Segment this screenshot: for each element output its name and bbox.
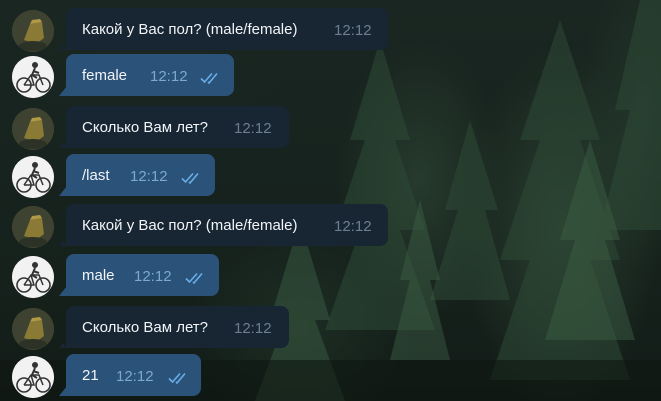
outgoing-message-bubble[interactable]: male 12:12 bbox=[66, 254, 219, 296]
message-time: 12:12 bbox=[130, 168, 168, 185]
user-avatar[interactable] bbox=[12, 56, 54, 98]
cyclist-avatar-icon bbox=[12, 156, 54, 198]
user-avatar[interactable] bbox=[12, 356, 54, 398]
incoming-message-bubble[interactable]: Какой у Вас пол? (male/female) 12:12 bbox=[66, 8, 388, 50]
outgoing-message-bubble[interactable]: female 12:12 bbox=[66, 54, 234, 96]
message-time: 12:12 bbox=[234, 120, 272, 137]
message-row: Сколько Вам лет? 12:12 bbox=[0, 306, 661, 350]
message-time: 12:12 bbox=[234, 320, 272, 337]
message-time: 12:12 bbox=[134, 268, 172, 285]
message-row: 21 12:12 bbox=[0, 354, 661, 398]
message-time: 12:12 bbox=[116, 368, 154, 385]
bot-avatar-icon bbox=[12, 206, 54, 248]
message-time: 12:12 bbox=[150, 68, 188, 85]
chat-area: Какой у Вас пол? (male/female) 12:12 fem… bbox=[0, 0, 661, 401]
cyclist-avatar-icon bbox=[12, 356, 54, 398]
incoming-message-bubble[interactable]: Какой у Вас пол? (male/female) 12:12 bbox=[66, 204, 388, 246]
message-row: male 12:12 bbox=[0, 254, 661, 298]
message-time: 12:12 bbox=[334, 22, 372, 39]
message-text: female bbox=[82, 66, 128, 84]
outgoing-message-bubble[interactable]: /last 12:12 bbox=[66, 154, 215, 196]
double-check-icon bbox=[168, 372, 186, 384]
bot-avatar-icon bbox=[12, 308, 54, 350]
bot-avatar[interactable] bbox=[12, 10, 54, 52]
bot-avatar-icon bbox=[12, 108, 54, 150]
message-row: /last 12:12 bbox=[0, 154, 661, 198]
message-row: Какой у Вас пол? (male/female) 12:12 bbox=[0, 204, 661, 248]
double-check-icon bbox=[185, 272, 203, 284]
message-text: male bbox=[82, 266, 115, 284]
message-row: female 12:12 bbox=[0, 54, 661, 98]
message-text: Какой у Вас пол? (male/female) bbox=[82, 216, 298, 234]
incoming-message-bubble[interactable]: Сколько Вам лет? 12:12 bbox=[66, 306, 289, 348]
message-row: Сколько Вам лет? 12:12 bbox=[0, 106, 661, 150]
double-check-icon bbox=[200, 72, 218, 84]
message-time: 12:12 bbox=[334, 218, 372, 235]
user-avatar[interactable] bbox=[12, 156, 54, 198]
outgoing-message-bubble[interactable]: 21 12:12 bbox=[66, 354, 201, 396]
cyclist-avatar-icon bbox=[12, 256, 54, 298]
bot-avatar[interactable] bbox=[12, 308, 54, 350]
bot-avatar-icon bbox=[12, 10, 54, 52]
message-text: Сколько Вам лет? bbox=[82, 118, 209, 136]
user-avatar[interactable] bbox=[12, 256, 54, 298]
message-text: 21 bbox=[82, 366, 99, 384]
message-text: Сколько Вам лет? bbox=[82, 318, 209, 336]
incoming-message-bubble[interactable]: Сколько Вам лет? 12:12 bbox=[66, 106, 289, 148]
cyclist-avatar-icon bbox=[12, 56, 54, 98]
message-text: /last bbox=[82, 166, 110, 184]
bot-avatar[interactable] bbox=[12, 206, 54, 248]
message-row: Какой у Вас пол? (male/female) 12:12 bbox=[0, 8, 661, 52]
double-check-icon bbox=[181, 172, 199, 184]
message-text: Какой у Вас пол? (male/female) bbox=[82, 20, 298, 38]
bot-avatar[interactable] bbox=[12, 108, 54, 150]
